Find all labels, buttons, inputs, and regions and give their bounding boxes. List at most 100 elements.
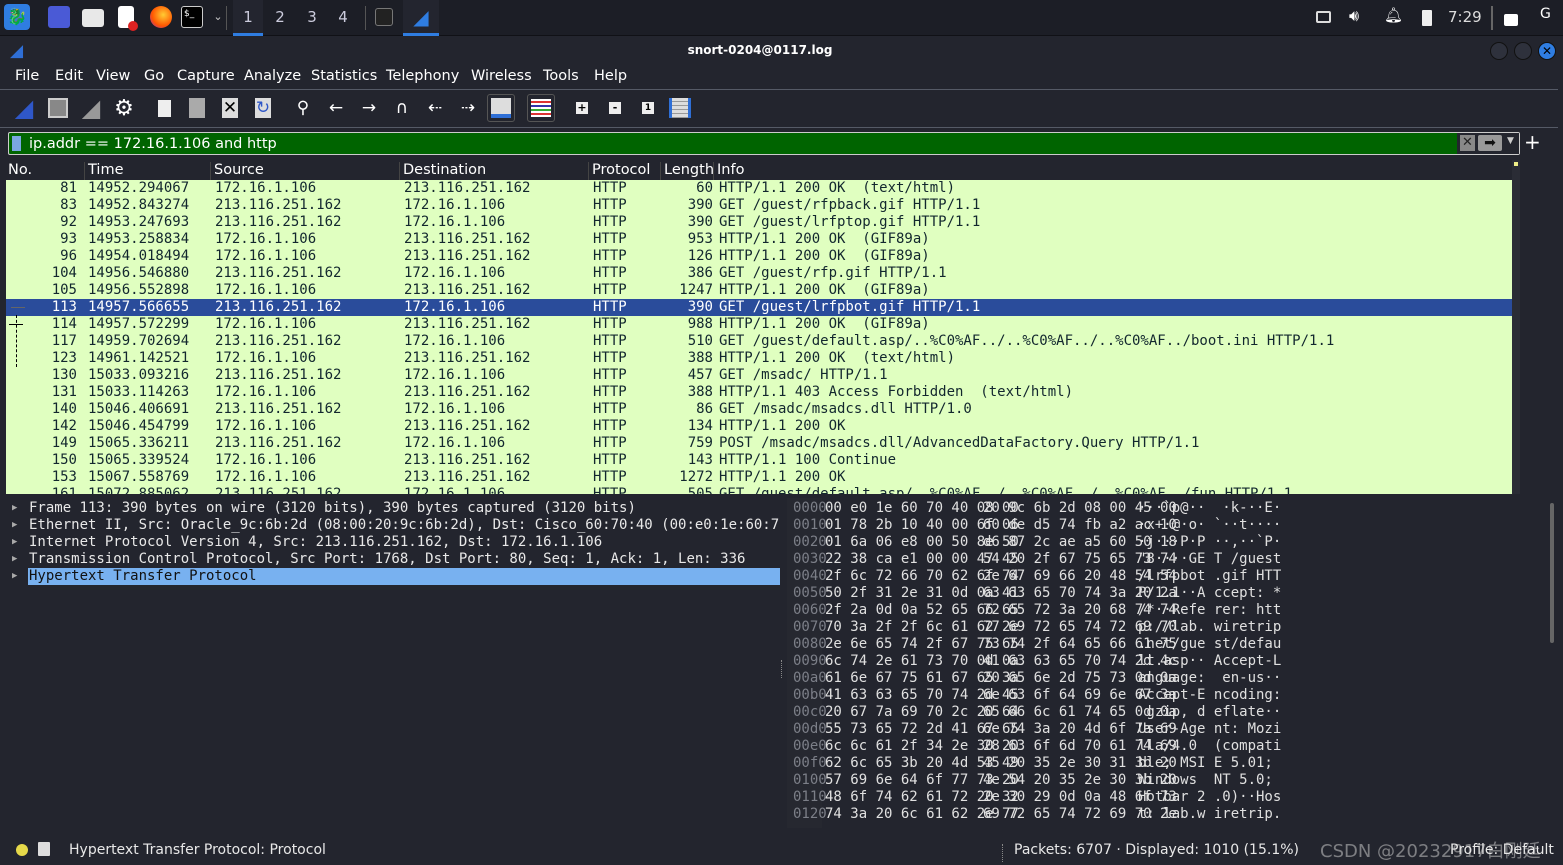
file-manager-icon[interactable] — [82, 9, 104, 27]
detail-tree-item[interactable]: ▶ Internet Protocol Version 4, Src: 213.1… — [6, 534, 780, 551]
packet-row[interactable]: 150 15065.339524 172.16.1.106 213.116.251.1… — [6, 452, 1512, 469]
expand-arrow-icon[interactable]: ▶ — [12, 500, 17, 517]
packet-row[interactable]: 83 14952.843274 213.116.251.162 172.16.1.10… — [6, 197, 1512, 214]
expand-arrow-icon[interactable]: ▶ — [12, 534, 17, 551]
find-packet-icon[interactable]: ⚲ — [291, 96, 315, 120]
menu-go[interactable]: Go — [144, 68, 164, 84]
network-icon[interactable] — [1316, 11, 1331, 23]
menu-help[interactable]: Help — [594, 68, 627, 84]
options-gear-icon[interactable]: ⚙ — [112, 96, 136, 121]
lock-icon[interactable] — [1504, 14, 1518, 26]
open-file-icon[interactable] — [152, 96, 176, 120]
menu-analyze[interactable]: Analyze — [244, 68, 301, 84]
ascii-bytes[interactable]: ·x+·@·o· `··t···· — [1138, 517, 1281, 534]
ascii-bytes[interactable]: Windows NT 5.0; — [1138, 772, 1281, 789]
ascii-bytes[interactable]: ···`p@·· ·k-··E· — [1138, 500, 1281, 517]
ascii-bytes[interactable]: /*··Refe rer: htt — [1138, 602, 1281, 619]
packet-row[interactable]: 123 14961.142521 172.16.1.106 213.116.251.1… — [6, 350, 1512, 367]
last-packet-icon[interactable]: ⇢ — [456, 96, 480, 120]
packet-row[interactable]: 104 14956.546880 213.116.251.162 172.16.1.1… — [6, 265, 1512, 282]
workspace-4[interactable]: 4 — [328, 0, 358, 36]
terminal-window-icon[interactable] — [375, 8, 393, 26]
expand-arrow-icon[interactable]: ▶ — [12, 551, 17, 568]
packet-row[interactable]: 105 14956.552898 172.16.1.106 213.116.251.1… — [6, 282, 1512, 299]
zoom-out-icon[interactable]: - — [603, 96, 627, 120]
ascii-bytes[interactable]: P/1.1··A ccept: * — [1138, 585, 1281, 602]
detail-tree-item[interactable]: ▶ Frame 113: 390 bytes on wire (3120 bits… — [6, 500, 780, 517]
ascii-bytes[interactable]: .net/gue st/defau — [1138, 636, 1281, 653]
back-icon[interactable]: ← — [324, 96, 348, 120]
packet-row[interactable]: 114 14957.572299 172.16.1.106 213.116.251.1… — [6, 316, 1512, 333]
packet-row[interactable]: 113 14957.566655 213.116.251.162 172.16.1.1… — [6, 299, 1512, 316]
wireshark-window-icon[interactable]: ◢ — [403, 0, 439, 36]
text-editor-icon[interactable] — [118, 6, 138, 31]
menu-statistics[interactable]: Statistics — [311, 68, 377, 84]
packet-row[interactable]: 96 14954.018494 172.16.1.106 213.116.251.16… — [6, 248, 1512, 265]
packet-row[interactable]: 117 14959.702694 213.116.251.162 172.16.1.1… — [6, 333, 1512, 350]
start-capture-icon[interactable]: ◢ — [12, 94, 36, 122]
menu-telephony[interactable]: Telephony — [386, 68, 459, 84]
packet-row[interactable]: 140 15046.406691 213.116.251.162 172.16.1.1… — [6, 401, 1512, 418]
minimize-button[interactable] — [1490, 42, 1508, 60]
apply-filter-icon[interactable]: ➡ — [1478, 135, 1502, 151]
terminal-icon[interactable]: $_ — [181, 6, 203, 28]
display-filter-input[interactable] — [29, 134, 1454, 153]
detail-tree-item[interactable]: ▶ Ethernet II, Src: Oracle_9c:6b:2d (08:0… — [6, 517, 780, 534]
close-button[interactable]: ✕ — [1538, 42, 1556, 60]
menu-edit[interactable]: Edit — [55, 68, 83, 84]
forward-icon[interactable]: → — [357, 96, 381, 120]
menu-file[interactable]: File — [15, 68, 39, 84]
detail-tree-item[interactable]: ▶ Transmission Control Protocol, Src Port… — [6, 551, 780, 568]
colorize-icon[interactable] — [527, 94, 555, 122]
ascii-bytes[interactable]: ·j···P·P ··,··`P· — [1138, 534, 1281, 551]
column-time[interactable]: Time — [84, 162, 124, 180]
autoscroll-icon[interactable] — [487, 94, 515, 122]
first-packet-icon[interactable]: ⇠ — [423, 96, 447, 120]
packet-row[interactable]: 161 15072.885062 213.116.251.162 172.16.1.1… — [6, 486, 1512, 494]
firefox-icon[interactable] — [150, 6, 172, 28]
packet-row[interactable]: 142 15046.454799 172.16.1.106 213.116.251.1… — [6, 418, 1512, 435]
workspace-2[interactable]: 2 — [265, 0, 295, 36]
ascii-bytes[interactable]: lt.asp·· Accept-L — [1138, 653, 1281, 670]
profile-status[interactable]: Profile: Default — [1450, 842, 1554, 858]
desktop-icon[interactable] — [48, 6, 70, 28]
kali-menu-icon[interactable]: 🐉 — [4, 4, 30, 30]
maximize-button[interactable] — [1514, 42, 1532, 60]
expert-info-indicator-icon[interactable] — [16, 844, 28, 856]
column-info[interactable]: Info — [713, 162, 744, 180]
ascii-bytes[interactable]: Accept-E ncoding: — [1138, 687, 1281, 704]
ascii-bytes[interactable]: Hotbar 2 .0)··Hos — [1138, 789, 1281, 806]
menu-tools[interactable]: Tools — [543, 68, 579, 84]
go-to-packet-icon[interactable]: ∩ — [390, 96, 414, 120]
menu-wireless[interactable]: Wireless — [471, 68, 532, 84]
ascii-bytes[interactable]: lla/4.0 (compati — [1138, 738, 1281, 755]
resize-columns-icon[interactable] — [668, 96, 692, 120]
bell-icon[interactable]: 🔔︎ — [1384, 6, 1406, 28]
capture-comment-icon[interactable] — [38, 842, 50, 856]
column-destination[interactable]: Destination — [399, 162, 486, 180]
clear-filter-icon[interactable]: ✕ — [1460, 135, 1475, 151]
ascii-bytes[interactable]: t: lab.w iretrip. — [1138, 806, 1281, 823]
expand-arrow-icon[interactable]: ▶ — [12, 568, 17, 585]
zoom-in-icon[interactable]: + — [570, 96, 594, 120]
reload-file-icon[interactable]: ↻ — [251, 96, 275, 120]
stop-capture-icon[interactable] — [46, 96, 70, 120]
packet-row[interactable]: 92 14953.247693 213.116.251.162 172.16.1.10… — [6, 214, 1512, 231]
packet-row[interactable]: 153 15067.558769 172.16.1.106 213.116.251.1… — [6, 469, 1512, 486]
filter-history-dropdown-icon[interactable]: ▼ — [1507, 136, 1514, 146]
workspace-1[interactable]: 1 — [233, 0, 263, 36]
power-icon[interactable]: G — [1540, 6, 1562, 28]
bookmark-icon[interactable] — [12, 136, 21, 151]
expand-arrow-icon[interactable]: ▶ — [12, 517, 17, 534]
menu-capture[interactable]: Capture — [177, 68, 235, 84]
detail-tree-item[interactable]: ▶ Hypertext Transfer Protocol — [6, 568, 780, 585]
close-file-icon[interactable]: ✕ — [218, 96, 242, 120]
ascii-bytes[interactable]: gzip, d eflate·· — [1138, 704, 1281, 721]
packet-row[interactable]: 131 15033.114263 172.16.1.106 213.116.251.1… — [6, 384, 1512, 401]
ascii-bytes[interactable]: "8····GE T /guest — [1138, 551, 1281, 568]
workspace-3[interactable]: 3 — [297, 0, 327, 36]
menu-view[interactable]: View — [96, 68, 130, 84]
column-length[interactable]: Length — [660, 162, 714, 180]
ascii-bytes[interactable]: /lrfpbot .gif HTT — [1138, 568, 1281, 585]
ascii-bytes[interactable]: anguage: en-us·· — [1138, 670, 1281, 687]
